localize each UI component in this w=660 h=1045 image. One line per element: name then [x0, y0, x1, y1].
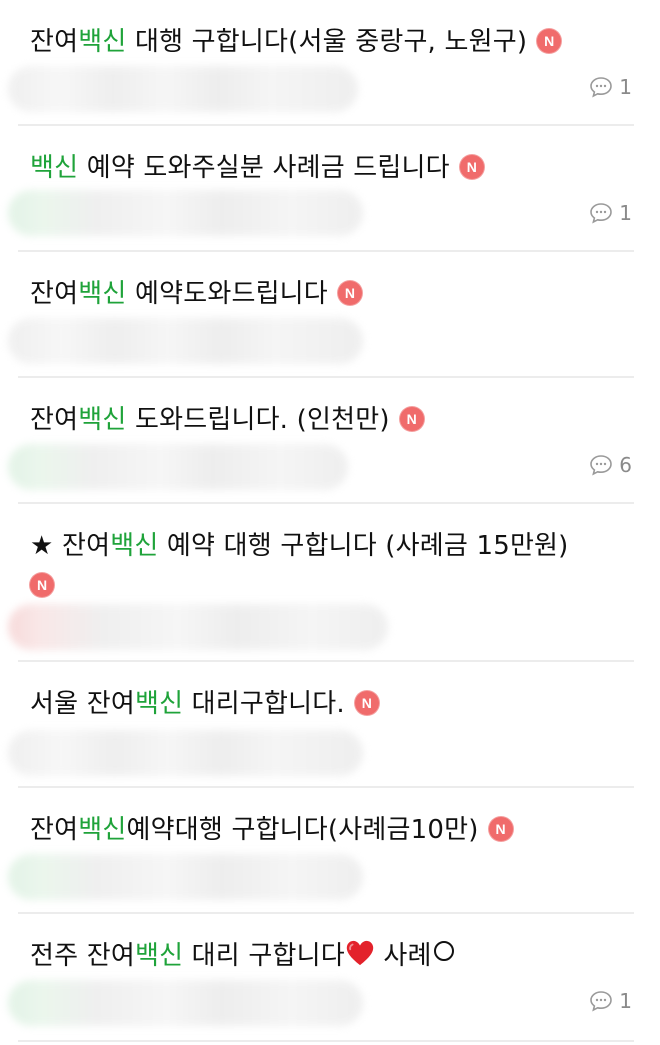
post-title[interactable]: 잔여백신 대행 구합니다(서울 중랑구, 노원구) N: [30, 22, 620, 62]
title-keyword: 백신: [134, 941, 184, 971]
divider: [18, 1040, 634, 1042]
comment-bubble-icon: [590, 991, 613, 1012]
author-meta-blurred: [8, 444, 348, 490]
title-suffix: 예약대행 구합니다(사례금10만): [126, 815, 479, 845]
title-suffix: 예약 도와주실분 사례금 드립니다: [78, 153, 450, 183]
title-prefix: 서울 잔여: [30, 689, 135, 719]
title-keyword: 백신: [78, 405, 127, 435]
comment-count-value: 1: [619, 201, 632, 225]
list-item[interactable]: 백신 예약 도와주실분 사례금 드립니다 N 1: [0, 126, 660, 252]
title-keyword: 백신: [78, 815, 127, 845]
title-keyword: 백신: [110, 531, 159, 561]
title-prefix: 잔여: [30, 27, 79, 57]
list-item[interactable]: 잔여백신예약대행 구합니다(사례금10만) N: [0, 788, 660, 914]
title-suffix: 예약 대행 구합니다 (사례금 15만원): [158, 531, 569, 561]
new-badge-icon: N: [30, 573, 54, 597]
title-suffix: 예약도와드립니다: [126, 279, 328, 309]
title-suffix: 대리구합니다.: [183, 689, 345, 719]
title-prefix: 잔여: [30, 405, 79, 435]
comment-count[interactable]: 1: [589, 200, 632, 226]
list-item[interactable]: 전주 잔여백신 대리 구합니다 사례 1: [0, 914, 660, 1042]
list-item[interactable]: 잔여백신 예약도와드립니다 N: [0, 252, 660, 378]
author-meta-blurred: [8, 66, 358, 112]
title-keyword: 백신: [78, 27, 127, 57]
title-suffix: 대리 구합니다: [183, 941, 345, 971]
new-badge-icon: N: [399, 407, 424, 431]
post-title[interactable]: 백신 예약 도와주실분 사례금 드립니다 N: [30, 148, 620, 188]
comment-count[interactable]: 1: [589, 74, 632, 100]
title-prefix: 전주 잔여: [30, 941, 135, 971]
comment-count-value: 6: [619, 453, 632, 477]
post-title[interactable]: ★ 잔여백신 예약 대행 구합니다 (사례금 15만원) N: [30, 526, 620, 606]
post-title[interactable]: 전주 잔여백신 대리 구합니다 사례: [30, 936, 620, 976]
post-title[interactable]: 서울 잔여백신 대리구합니다. N: [30, 684, 620, 724]
new-badge-icon: N: [354, 691, 379, 715]
title-keyword: 백신: [134, 689, 184, 719]
title-suffix: 대행 구합니다(서울 중랑구, 노원구): [126, 27, 528, 57]
author-meta-blurred: [8, 604, 388, 650]
author-meta-blurred: [8, 190, 363, 236]
post-title[interactable]: 잔여백신 도와드립니다. (인천만) N: [30, 400, 620, 440]
list-item[interactable]: 서울 잔여백신 대리구합니다. N: [0, 662, 660, 788]
comment-count-value: 1: [619, 75, 632, 99]
comment-count[interactable]: 1: [589, 988, 632, 1014]
comment-count-value: 1: [619, 989, 632, 1013]
list-item[interactable]: 잔여백신 대행 구합니다(서울 중랑구, 노원구) N 1: [0, 0, 660, 126]
list-item[interactable]: ★ 잔여백신 예약 대행 구합니다 (사례금 15만원) N: [0, 504, 660, 662]
author-meta-blurred: [8, 854, 363, 900]
new-badge-icon: N: [459, 155, 484, 179]
title-prefix: ★ 잔여: [30, 531, 111, 561]
title-prefix: 잔여: [30, 279, 79, 309]
comment-bubble-icon: [590, 203, 613, 224]
title-prefix: 잔여: [30, 815, 79, 845]
post-title[interactable]: 잔여백신예약대행 구합니다(사례금10만) N: [30, 810, 620, 850]
title-keyword: 백신: [30, 153, 79, 183]
circle-icon: [433, 941, 454, 961]
new-badge-icon: N: [337, 281, 362, 305]
title-suffix: 도와드립니다. (인천만): [126, 405, 390, 435]
comment-bubble-icon: [590, 455, 613, 476]
new-badge-icon: N: [537, 29, 562, 53]
post-title[interactable]: 잔여백신 예약도와드립니다 N: [30, 274, 620, 314]
author-meta-blurred: [8, 980, 363, 1026]
title-keyword: 백신: [78, 279, 127, 309]
author-meta-blurred: [8, 730, 363, 776]
author-meta-blurred: [8, 318, 363, 364]
comment-bubble-icon: [590, 77, 613, 98]
title-suffix-2: 사례: [374, 941, 432, 971]
heart-icon: [346, 940, 374, 966]
new-badge-icon: N: [488, 817, 513, 841]
comment-count[interactable]: 6: [589, 452, 632, 478]
list-item[interactable]: 잔여백신 도와드립니다. (인천만) N 6: [0, 378, 660, 504]
